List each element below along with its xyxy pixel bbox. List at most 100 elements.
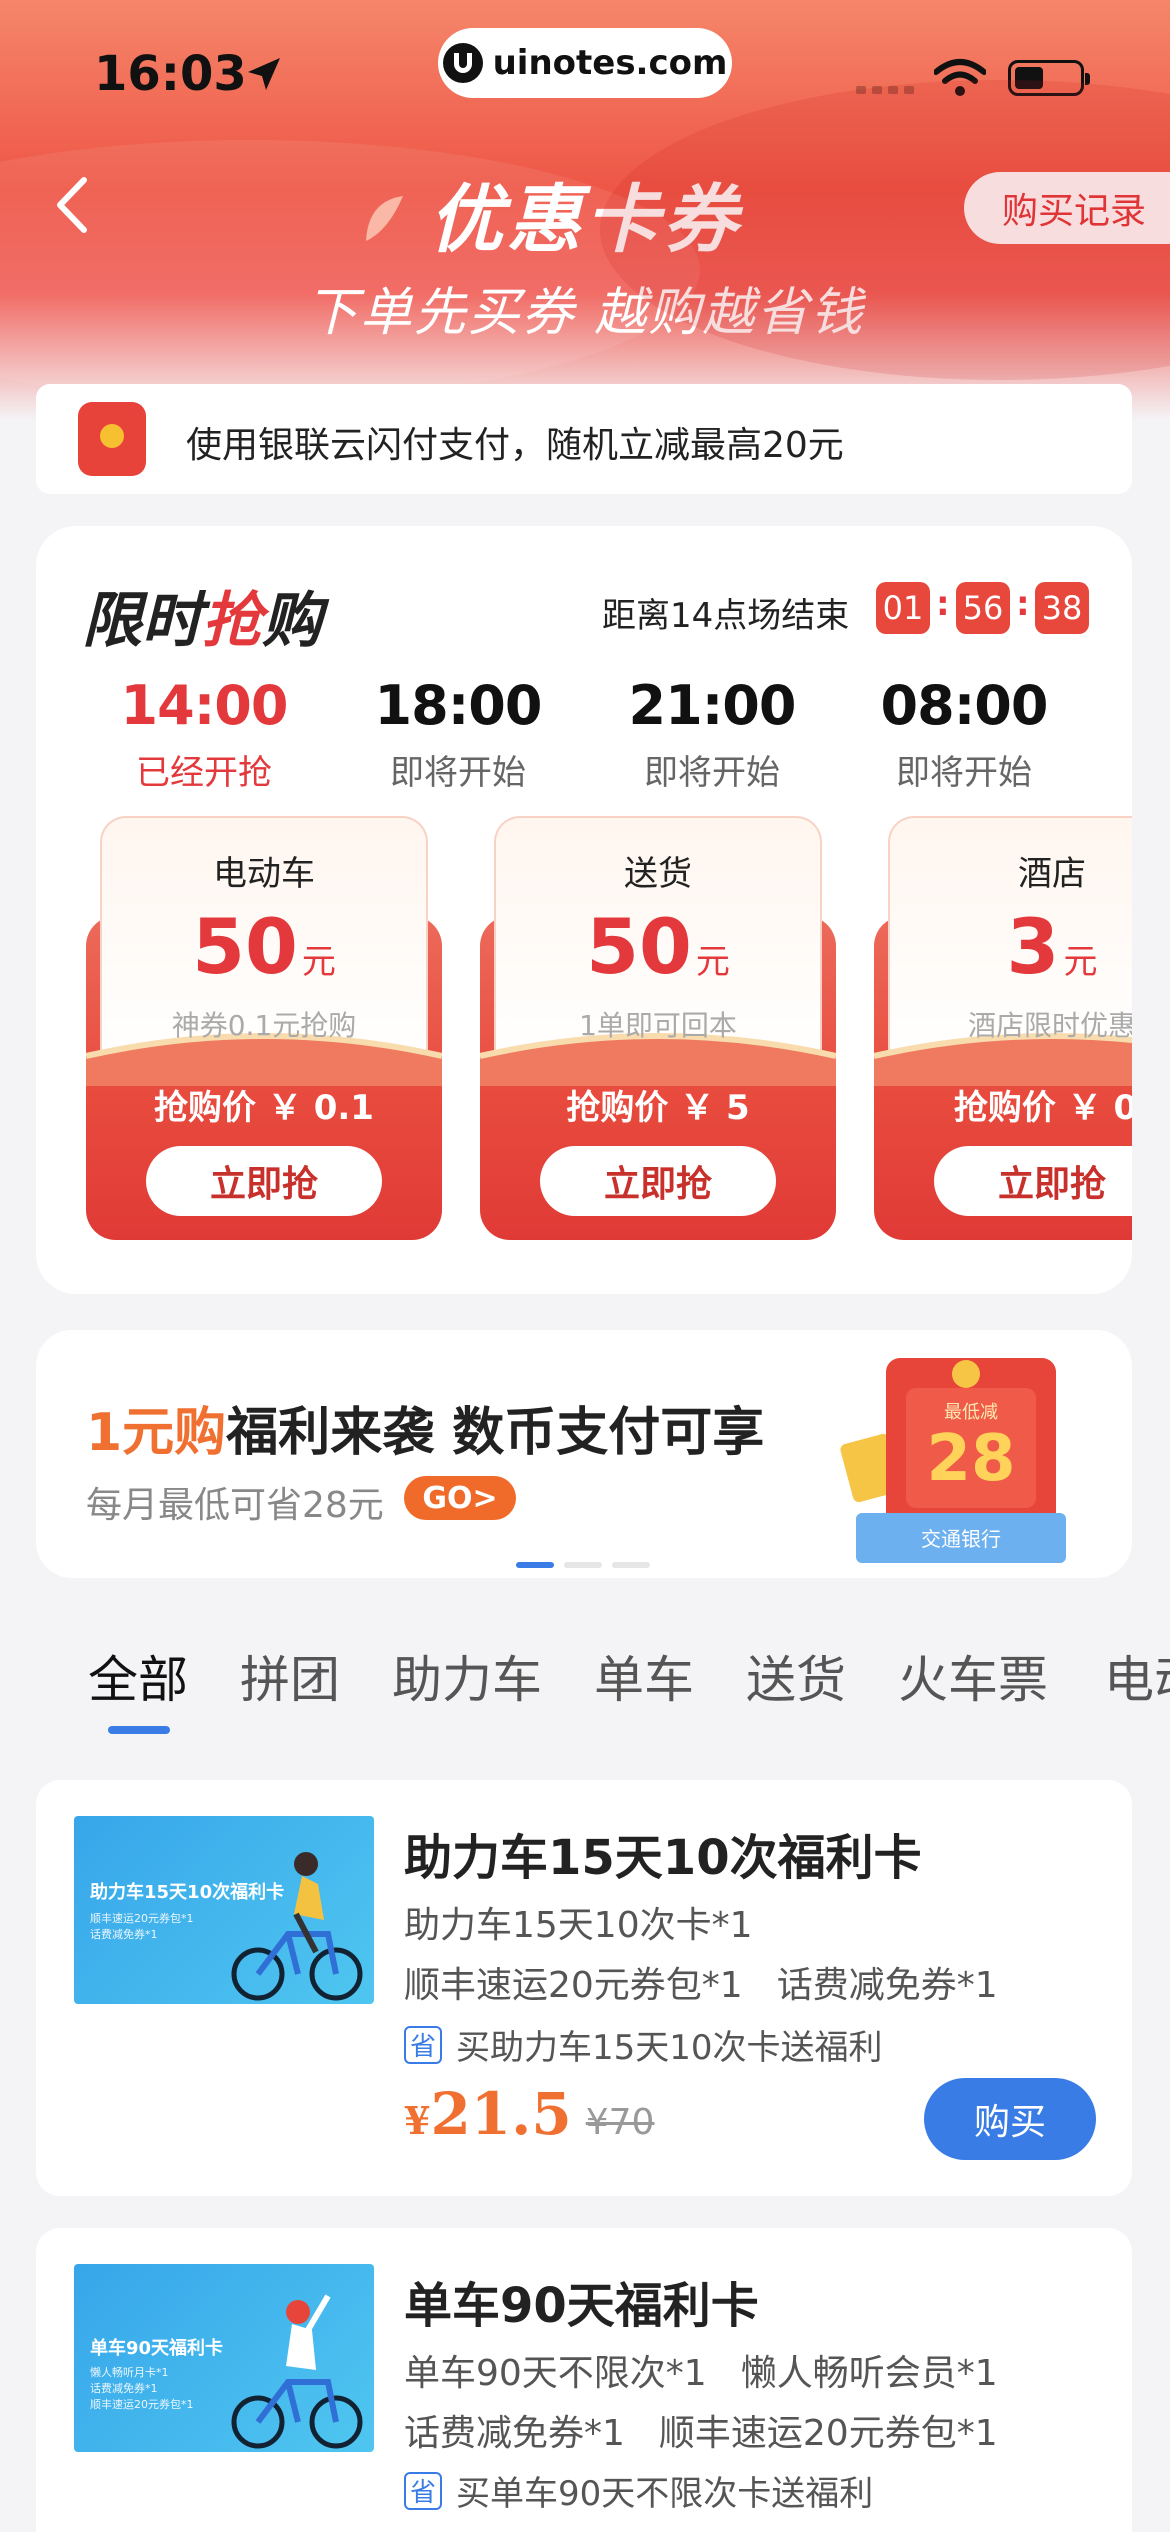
slot-status: 即将开始 bbox=[644, 753, 780, 793]
product-price: ¥21.5 ¥70 bbox=[404, 2080, 654, 2148]
time-slot-18[interactable]: 18:00 即将开始 bbox=[358, 674, 558, 794]
benefit-item: 顺丰速运20元券包*1 bbox=[658, 2413, 998, 2454]
ad-subtitle: 每月最低可省28元 bbox=[86, 1485, 384, 1526]
tab-electric[interactable]: 电动 bbox=[1104, 1640, 1170, 1712]
tab-train-ticket[interactable]: 火车票 bbox=[898, 1640, 1048, 1712]
flash-sale-card: 限时抢购 距离14点场结束 01 : 56 : 38 14:00 已经开抢 18… bbox=[36, 526, 1132, 1294]
countdown-label: 距离14点场结束 bbox=[602, 596, 850, 636]
product-benefit-line: 话费减免券*1 顺丰速运20元券包*1 bbox=[404, 2404, 998, 2456]
header-banner: 16:03 uinotes.com 优惠卡券 下单先买券 越购越省钱 购买记录 bbox=[0, 0, 1170, 420]
coupon-name: 送货 bbox=[624, 854, 692, 894]
benefit-item: 助力车15天10次卡*1 bbox=[404, 1905, 753, 1946]
url-pill[interactable]: uinotes.com bbox=[438, 28, 732, 98]
location-arrow-icon bbox=[248, 58, 280, 90]
tab-group-buy[interactable]: 拼团 bbox=[240, 1640, 340, 1712]
flash-title-suffix: 购 bbox=[262, 586, 322, 656]
time-slot-21[interactable]: 21:00 即将开始 bbox=[612, 674, 812, 794]
slot-status: 即将开始 bbox=[896, 753, 1032, 793]
cellular-signal-icon bbox=[856, 86, 914, 94]
slot-time: 18:00 bbox=[374, 674, 543, 737]
coupon-value: 50 元 bbox=[100, 902, 428, 991]
product-card[interactable]: 助力车15天10次福利卡 顺丰速运20元券包*1 话费减免券*1 助力车15天1… bbox=[36, 1780, 1132, 2196]
slot-status: 即将开始 bbox=[390, 753, 526, 793]
save-text: 买单车90天不限次卡送福利 bbox=[456, 2474, 874, 2514]
ad-title-highlight: 1元购 bbox=[86, 1403, 227, 1463]
coupon-desc: 1单即可回本 bbox=[579, 1009, 737, 1042]
payment-promo-bar[interactable]: 使用银联云闪付支付，随机立减最高20元 bbox=[36, 384, 1132, 494]
save-note: 省 买单车90天不限次卡送福利 bbox=[404, 2466, 873, 2515]
battery-icon bbox=[1008, 60, 1090, 96]
page-title: 优惠卡券 bbox=[429, 177, 741, 263]
product-name: 单车90天福利卡 bbox=[404, 2278, 759, 2334]
grab-now-button[interactable]: 立即抢 bbox=[146, 1146, 382, 1216]
flash-title-prefix: 限时 bbox=[82, 586, 202, 656]
red-packet-icon bbox=[78, 402, 146, 476]
tab-delivery[interactable]: 送货 bbox=[746, 1640, 846, 1712]
tab-e-bike[interactable]: 助力车 bbox=[392, 1640, 542, 1712]
product-benefit-line: 单车90天不限次*1 懒人畅听会员*1 bbox=[404, 2344, 998, 2396]
product-card[interactable]: 单车90天福利卡 懒人畅听月卡*1 话费减免券*1 顺丰速运20元券包*1 单车… bbox=[36, 2228, 1132, 2532]
grab-now-button[interactable]: 立即抢 bbox=[934, 1146, 1132, 1216]
flash-title-highlight: 抢 bbox=[202, 586, 262, 656]
coupon-desc: 酒店限时优惠 bbox=[967, 1009, 1132, 1042]
url-text: uinotes.com bbox=[492, 43, 728, 83]
coupon-name: 酒店 bbox=[1018, 854, 1086, 894]
uinotes-logo-icon bbox=[442, 43, 483, 83]
page-subtitle: 下单先买券 越购越省钱 bbox=[305, 283, 865, 343]
coupon-price: 抢购价 ￥ 0.1 bbox=[154, 1088, 374, 1128]
tab-bicycle[interactable]: 单车 bbox=[594, 1640, 694, 1712]
buy-button[interactable]: 购买 bbox=[924, 2078, 1096, 2160]
buy-record-button[interactable]: 购买记录 bbox=[964, 172, 1170, 244]
image-line: 顺丰速运20元券包*1 bbox=[90, 1912, 194, 1925]
countdown-minutes: 56 bbox=[956, 582, 1010, 634]
coupon-value: 3元 bbox=[888, 902, 1132, 991]
coupon-amount: 50 bbox=[192, 902, 298, 991]
image-line: 懒人畅听月卡*1 bbox=[90, 2366, 169, 2379]
cyclist-illustration-icon bbox=[231, 1852, 363, 2001]
benefit-item: 话费减免券*1 bbox=[404, 2413, 625, 2454]
carousel-indicator bbox=[516, 1562, 650, 1568]
benefit-item: 话费减免券*1 bbox=[776, 1965, 998, 2006]
product-image: 助力车15天10次福利卡 顺丰速运20元券包*1 话费减免券*1 bbox=[74, 1816, 374, 2004]
time-slot-08[interactable]: 08:00 即将开始 bbox=[864, 674, 1064, 794]
image-line: 话费减免券*1 bbox=[90, 1928, 158, 1941]
slot-time: 08:00 bbox=[880, 674, 1049, 737]
price-value: 21.5 bbox=[430, 2080, 572, 2148]
status-time: 16:03 bbox=[94, 46, 247, 102]
coupon-amount: 3 bbox=[1006, 902, 1060, 991]
benefit-item: 懒人畅听会员*1 bbox=[740, 2353, 998, 2394]
image-title: 单车90天福利卡 bbox=[90, 2338, 224, 2359]
countdown-seconds: 38 bbox=[1035, 582, 1089, 634]
go-button[interactable]: GO> bbox=[404, 1476, 516, 1520]
promo-text: 使用银联云闪付支付，随机立减最高20元 bbox=[186, 425, 844, 466]
countdown-separator: : bbox=[1016, 584, 1030, 624]
currency-symbol: ¥ bbox=[404, 2098, 431, 2143]
countdown-hours: 01 bbox=[876, 582, 930, 634]
art-value: 28 bbox=[926, 1422, 1015, 1496]
image-line: 顺丰速运20元券包*1 bbox=[90, 2398, 194, 2411]
save-tag-icon: 省 bbox=[404, 2025, 442, 2064]
coupon-desc: 神券0.1元抢购 bbox=[171, 1009, 357, 1042]
grab-now-button[interactable]: 立即抢 bbox=[540, 1146, 776, 1216]
original-price: ¥70 bbox=[585, 2102, 655, 2143]
save-note: 省 买助力车15天10次卡送福利 bbox=[404, 2020, 883, 2069]
active-tab-indicator bbox=[108, 1726, 170, 1734]
coupon-value: 50 元 bbox=[494, 902, 822, 991]
coupon-unit: 元 bbox=[1063, 942, 1098, 982]
save-tag-icon: 省 bbox=[404, 2471, 442, 2510]
flash-coupon-card[interactable]: 送货 50 元 1单即可回本 抢购价 ￥ 5 立即抢 bbox=[480, 816, 836, 1240]
benefit-item: 顺丰速运20元券包*1 bbox=[404, 1965, 743, 2006]
coupon-amount: 50 bbox=[586, 902, 692, 991]
coupon-name: 电动车 bbox=[213, 854, 315, 894]
art-label: 最低减 bbox=[944, 1402, 998, 1423]
coupon-unit: 元 bbox=[695, 942, 730, 982]
flash-coupon-card[interactable]: 电动车 50 元 神券0.1元抢购 抢购价 ￥ 0.1 立即抢 bbox=[86, 816, 442, 1240]
ad-carousel-banner[interactable]: 1元购福利来袭 数币支付可享 每月最低可省28元 GO> 最低减 28 交通银行 bbox=[36, 1330, 1132, 1578]
benefit-item: 单车90天不限次*1 bbox=[404, 2353, 707, 2394]
art-bank: 交通银行 bbox=[921, 1527, 1001, 1551]
wifi-icon bbox=[934, 59, 986, 96]
tab-all[interactable]: 全部 bbox=[88, 1640, 188, 1712]
time-slot-14[interactable]: 14:00 已经开抢 bbox=[104, 674, 304, 794]
flash-coupon-card[interactable]: 酒店 3元 酒店限时优惠 抢购价 ￥ 0. 立即抢 bbox=[874, 816, 1132, 1240]
product-image: 单车90天福利卡 懒人畅听月卡*1 话费减免券*1 顺丰速运20元券包*1 bbox=[74, 2264, 374, 2452]
